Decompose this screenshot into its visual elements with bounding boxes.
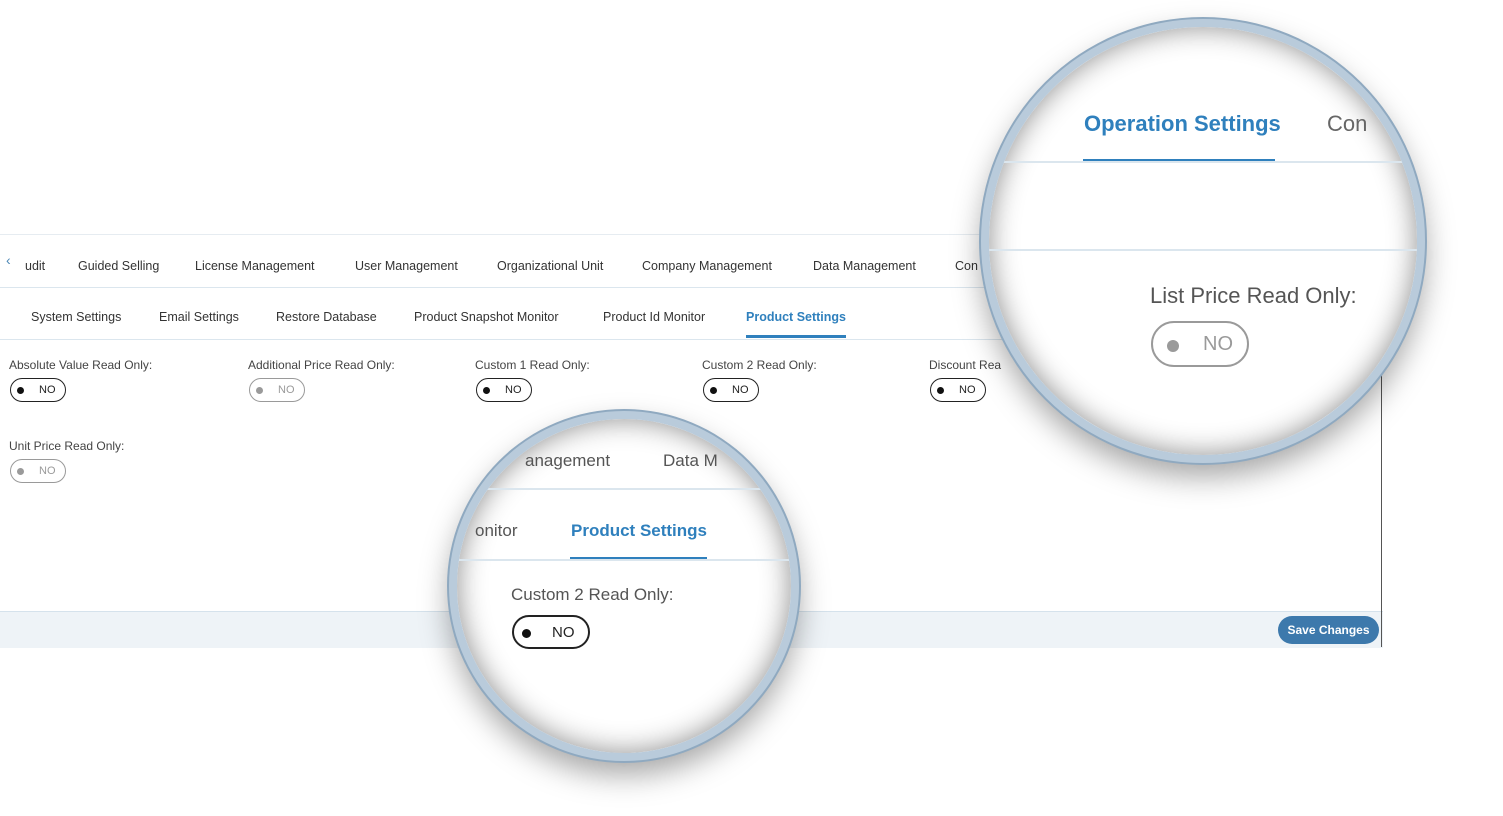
zoom-divider: [457, 488, 791, 490]
toggle-value: NO: [1203, 333, 1233, 355]
field-unit-price-read-only: Unit Price Read Only: NO: [9, 439, 125, 483]
tab-product-id-monitor[interactable]: Product Id Monitor: [603, 310, 705, 324]
magnifier-operation-settings: Operation Settings Con List Price Read O…: [981, 19, 1425, 463]
tab-system-settings[interactable]: System Settings: [31, 310, 121, 324]
zoom-list-price-label: List Price Read Only:: [1150, 283, 1357, 308]
toggle-knob: [937, 387, 944, 394]
field-absolute-value-read-only: Absolute Value Read Only: NO: [9, 358, 153, 402]
zoom-tab-company-management[interactable]: anagement: [525, 451, 610, 471]
additional-price-toggle[interactable]: NO: [249, 378, 305, 402]
field-label: Custom 1 Read Only:: [475, 358, 590, 372]
field-label: Custom 2 Read Only:: [702, 358, 817, 372]
tab-product-settings[interactable]: Product Settings: [746, 310, 846, 324]
zoom-list-price-toggle[interactable]: NO: [1151, 321, 1249, 367]
absolute-value-toggle[interactable]: NO: [10, 378, 66, 402]
tab-user-management[interactable]: User Management: [355, 259, 458, 273]
toggle-value: NO: [278, 384, 295, 396]
toggle-knob: [522, 629, 531, 638]
zoom-custom-2-toggle[interactable]: NO: [512, 615, 590, 649]
zoom-tab-con[interactable]: Con: [1327, 111, 1367, 137]
toggle-value: NO: [39, 465, 56, 477]
zoom-divider: [989, 249, 1417, 251]
chevron-left-icon[interactable]: ‹: [6, 252, 11, 268]
tab-company-management[interactable]: Company Management: [642, 259, 772, 273]
toggle-value: NO: [732, 384, 749, 396]
tab-data-management[interactable]: Data Management: [813, 259, 916, 273]
zoom-tab-product-settings[interactable]: Product Settings: [571, 521, 707, 541]
tab-restore-database[interactable]: Restore Database: [276, 310, 377, 324]
discount-toggle[interactable]: NO: [930, 378, 986, 402]
toggle-value: NO: [552, 624, 575, 641]
zoom-tab-data-management[interactable]: Data M: [663, 451, 718, 471]
unit-price-toggle[interactable]: NO: [10, 459, 66, 483]
field-additional-price-read-only: Additional Price Read Only: NO: [248, 358, 395, 402]
tab-product-snapshot-monitor[interactable]: Product Snapshot Monitor: [414, 310, 559, 324]
custom-1-toggle[interactable]: NO: [476, 378, 532, 402]
toggle-value: NO: [505, 384, 522, 396]
zoom-tab-product-id-monitor[interactable]: onitor: [475, 521, 518, 541]
field-label: Absolute Value Read Only:: [9, 358, 153, 372]
active-tab-underline: [746, 335, 846, 338]
tab-con[interactable]: Con: [955, 259, 978, 273]
zoom-custom-2-label: Custom 2 Read Only:: [511, 585, 674, 604]
toggle-knob: [710, 387, 717, 394]
toggle-value: NO: [959, 384, 976, 396]
tab-guided-selling[interactable]: Guided Selling: [78, 259, 159, 273]
field-custom-1-read-only: Custom 1 Read Only: NO: [475, 358, 590, 402]
tab-email-settings[interactable]: Email Settings: [159, 310, 239, 324]
zoom-divider: [989, 161, 1417, 163]
field-label: Additional Price Read Only:: [248, 358, 395, 372]
toggle-knob: [17, 468, 24, 475]
zoom-divider: [457, 559, 791, 561]
field-custom-2-read-only: Custom 2 Read Only: NO: [702, 358, 817, 402]
zoom-tab-operation-settings[interactable]: Operation Settings: [1084, 111, 1281, 137]
toggle-knob: [256, 387, 263, 394]
save-changes-button[interactable]: Save Changes: [1278, 616, 1379, 644]
toggle-knob: [483, 387, 490, 394]
tab-license-management[interactable]: License Management: [195, 259, 315, 273]
field-label: Unit Price Read Only:: [9, 439, 125, 453]
magnifier-product-settings: anagement Data M onitor Product Settings…: [449, 411, 799, 761]
toggle-knob: [1167, 340, 1179, 352]
custom-2-toggle[interactable]: NO: [703, 378, 759, 402]
tab-organizational-unit[interactable]: Organizational Unit: [497, 259, 603, 273]
toggle-value: NO: [39, 384, 56, 396]
tab-audit[interactable]: udit: [25, 259, 45, 273]
toggle-knob: [17, 387, 24, 394]
